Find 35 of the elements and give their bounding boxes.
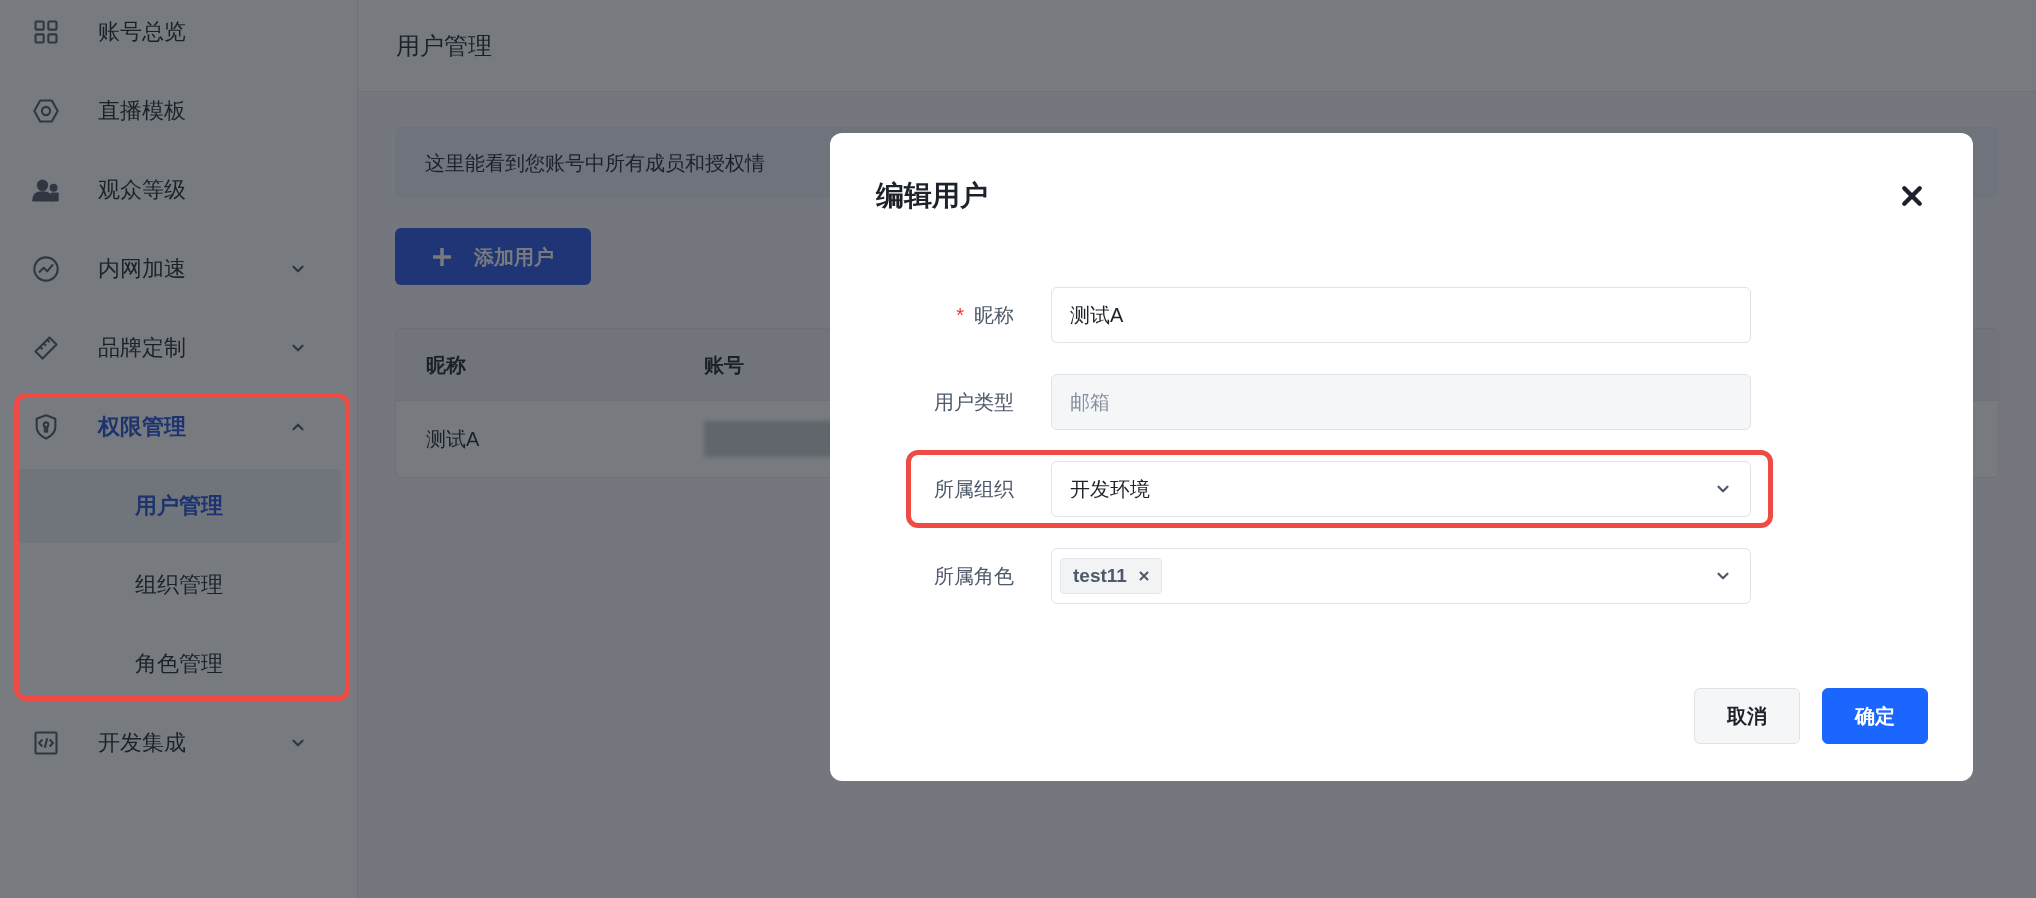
- column-header: 账号: [704, 352, 744, 378]
- sidebar-item[interactable]: 直播模板: [0, 71, 357, 150]
- input-field: 邮箱: [1051, 374, 1751, 430]
- plus-icon: [432, 246, 452, 267]
- field-label: 昵称: [974, 303, 1014, 328]
- required-mark: *: [956, 303, 964, 328]
- sidebar-item[interactable]: 开发集成: [0, 703, 357, 782]
- code-icon: [32, 728, 60, 757]
- column-header: 昵称: [426, 352, 467, 378]
- tag: test11: [1060, 558, 1162, 594]
- field-label: 用户类型: [933, 390, 1014, 415]
- confirm-button[interactable]: 确定: [1822, 688, 1928, 744]
- ruler-icon: [32, 333, 60, 362]
- add-user-button[interactable]: 添加用户: [395, 228, 591, 285]
- sidebar-item[interactable]: 观众等级: [0, 150, 357, 229]
- table-cell-text: 测试A: [426, 427, 481, 452]
- sidebar-item[interactable]: 品牌定制: [0, 308, 357, 387]
- sidebar-item[interactable]: 内网加速: [0, 229, 357, 308]
- trend-chart-icon: [32, 254, 60, 283]
- hexagon-icon: [32, 96, 60, 125]
- field-label: 所属组织: [933, 477, 1014, 502]
- multi-select-field[interactable]: test11: [1051, 548, 1751, 604]
- sidebar-subitem[interactable]: 组织管理: [16, 547, 341, 622]
- sidebar-subitem[interactable]: 角色管理: [16, 626, 341, 701]
- grid-icon: [32, 17, 60, 46]
- close-icon[interactable]: [1138, 571, 1149, 581]
- sidebar-item[interactable]: 账号总览: [0, 0, 357, 71]
- close-icon[interactable]: [1901, 185, 1923, 207]
- sidebar-item[interactable]: 权限管理: [0, 387, 357, 466]
- cancel-button[interactable]: 取消: [1694, 688, 1800, 744]
- sidebar-subitem[interactable]: 用户管理: [16, 468, 341, 543]
- select-field[interactable]: 开发环境: [1051, 461, 1751, 517]
- input-field[interactable]: 测试A: [1051, 287, 1751, 343]
- page-title: 用户管理: [396, 30, 492, 61]
- field-label: 所属角色: [933, 564, 1014, 589]
